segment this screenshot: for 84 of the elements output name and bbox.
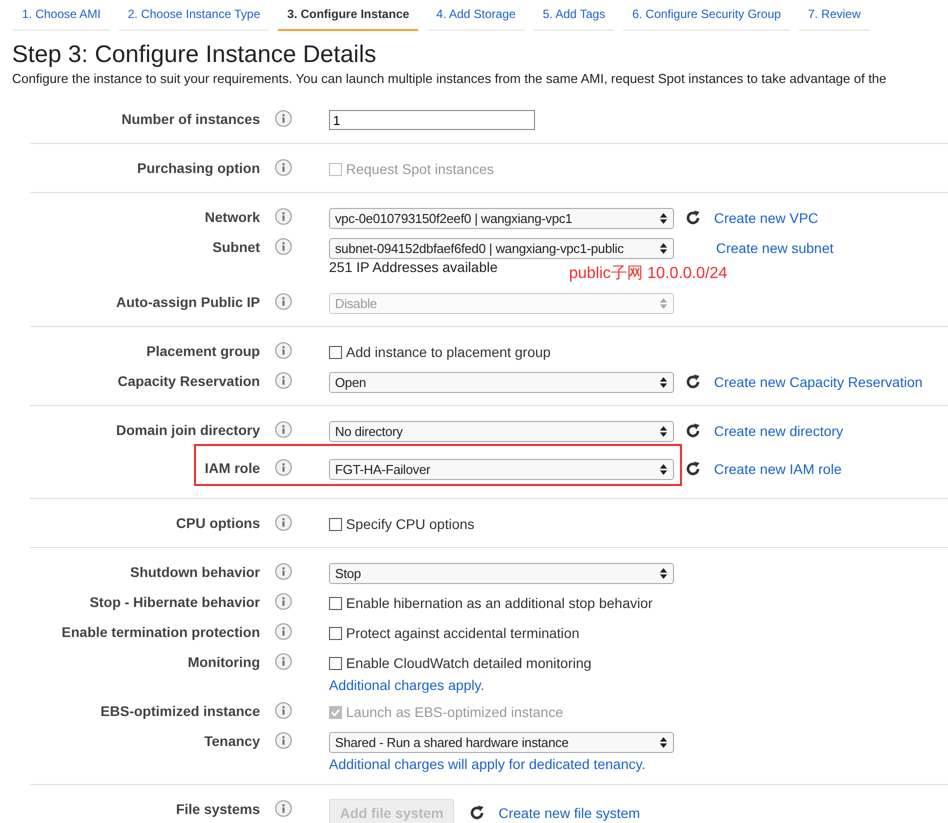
- annotation-text: public子网 10.0.0.0/24: [569, 264, 728, 284]
- dropdown[interactable]: Open: [329, 372, 674, 392]
- checkbox[interactable]: [329, 346, 342, 358]
- info-icon[interactable]: [275, 732, 292, 749]
- create-link[interactable]: Create new IAM role: [714, 461, 842, 477]
- field-label: Tenancy: [203, 732, 260, 749]
- field-label: Auto-assign Public IP: [115, 293, 260, 310]
- availability-text: 251 IP Addresses available: [329, 259, 499, 277]
- wizard-tab[interactable]: 6. Configure Security Group: [623, 0, 790, 31]
- field-label: Number of instances: [120, 110, 260, 127]
- dropdown-arrow-icon: [659, 296, 668, 310]
- checkbox[interactable]: [329, 626, 342, 640]
- checkbox-label: Enable CloudWatch detailed monitoring: [346, 655, 592, 671]
- info-icon[interactable]: [275, 421, 292, 438]
- create-link[interactable]: Create new VPC: [714, 210, 818, 226]
- wizard-tab[interactable]: 1. Choose AMI: [13, 0, 110, 31]
- checkbox-label: Enable hibernation as an additional stop behavior: [346, 595, 653, 611]
- wizard-tab[interactable]: 5. Add Tags: [534, 0, 614, 31]
- info-icon[interactable]: [275, 459, 292, 476]
- dropdown-arrow-icon: [659, 242, 668, 254]
- field-label: Purchasing option: [136, 159, 260, 176]
- field-label: Stop - Hibernate behavior: [88, 593, 260, 610]
- dropdown-arrow-icon: [659, 566, 668, 580]
- info-icon[interactable]: [275, 293, 292, 310]
- create-link[interactable]: Create new subnet: [716, 240, 834, 256]
- checkbox-label: Launch as EBS-optimized instance: [346, 704, 564, 720]
- refresh-icon[interactable]: [684, 422, 702, 440]
- dropdown[interactable]: FGT-HA-Failover: [329, 458, 674, 480]
- create-link[interactable]: Create new directory: [714, 423, 844, 439]
- info-icon[interactable]: [275, 208, 292, 225]
- info-icon[interactable]: [275, 702, 292, 719]
- info-icon[interactable]: [275, 159, 292, 176]
- page-description: Configure the instance to suit your requirements. You can launch multiple instances from the same AMI, request Spot instances to take advantage of the: [12, 71, 888, 86]
- info-icon[interactable]: [275, 238, 292, 255]
- refresh-icon[interactable]: [684, 373, 702, 391]
- dropdown-arrow-icon: [659, 462, 668, 476]
- info-icon[interactable]: [275, 514, 292, 531]
- checkbox[interactable]: [329, 656, 342, 670]
- page-heading: Step 3: Configure Instance Details: [12, 41, 378, 69]
- charges-link[interactable]: Additional charges apply.: [329, 677, 592, 693]
- field-label: IAM role: [204, 459, 260, 476]
- field-label: Subnet: [212, 238, 260, 255]
- info-icon[interactable]: [275, 372, 292, 389]
- dropdown-arrow-icon: [659, 736, 668, 748]
- checkbox-label: Add instance to placement group: [346, 344, 551, 360]
- field-label: Network: [204, 208, 260, 225]
- checkbox-label: Protect against accidental termination: [346, 625, 580, 641]
- dropdown-arrow-icon: [659, 424, 668, 438]
- field-label: EBS-optimized instance: [100, 702, 260, 719]
- field-label: Placement group: [145, 342, 260, 359]
- field-label: Monitoring: [186, 653, 260, 670]
- field-label: CPU options: [175, 514, 260, 531]
- dropdown[interactable]: subnet-094152dbfaef6fed0 | wangxiang-vpc1-public: [329, 238, 674, 258]
- dropdown[interactable]: vpc-0e010793150f2eef0 | wangxiang-vpc1: [329, 208, 674, 228]
- field-label: Domain join directory: [115, 421, 260, 438]
- input-field[interactable]: 1: [329, 110, 535, 130]
- dropdown[interactable]: Shared - Run a shared hardware instance: [329, 732, 674, 752]
- wizard-tab[interactable]: 3. Configure Instance: [278, 0, 418, 31]
- info-icon[interactable]: [275, 593, 292, 610]
- info-icon[interactable]: [275, 800, 292, 817]
- charges-link[interactable]: Additional charges will apply for dedicated tenancy.: [329, 756, 674, 772]
- info-icon[interactable]: [275, 653, 292, 670]
- refresh-icon[interactable]: [684, 209, 702, 227]
- create-link[interactable]: Create new Capacity Reservation: [714, 374, 923, 390]
- refresh-icon[interactable]: [684, 460, 702, 478]
- checkbox[interactable]: [329, 596, 342, 610]
- field-label: File systems: [174, 800, 260, 817]
- checkbox-label: Specify CPU options: [346, 516, 474, 532]
- info-icon[interactable]: [275, 342, 292, 359]
- field-label: Capacity Reservation: [116, 372, 260, 389]
- info-icon[interactable]: [275, 623, 292, 640]
- field-label: Enable termination protection: [60, 623, 260, 640]
- dropdown[interactable]: No directory: [329, 420, 674, 442]
- checkbox-label: Request Spot instances: [346, 161, 494, 177]
- field-label: Shutdown behavior: [129, 563, 260, 580]
- info-icon[interactable]: [275, 110, 292, 127]
- checkbox[interactable]: [329, 518, 342, 530]
- wizard-tab[interactable]: 7. Review: [798, 0, 870, 31]
- wizard-tab[interactable]: 4. Add Storage: [427, 0, 525, 31]
- info-icon[interactable]: [275, 563, 292, 580]
- dropdown-arrow-icon: [659, 212, 668, 224]
- dropdown[interactable]: Stop: [329, 562, 674, 584]
- wizard-tab[interactable]: 2. Choose Instance Type: [118, 0, 270, 31]
- dropdown-arrow-icon: [659, 376, 668, 388]
